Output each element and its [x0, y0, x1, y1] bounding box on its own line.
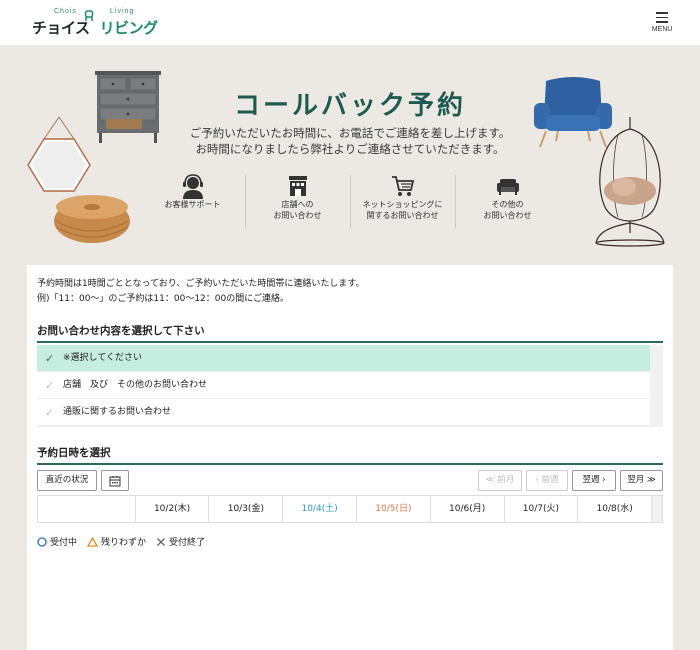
category-other-label-2: お問い合わせ [483, 211, 532, 220]
schedule-section-divider [37, 463, 663, 465]
inquiry-section-title: お問い合わせ内容を選択して下さい [37, 325, 205, 337]
reservation-form: 予約時間は1時間ごととなっており、ご予約いただいた時間帯に連絡いたします。 例)… [27, 265, 673, 650]
category-online-shopping[interactable]: ネットショッピングに 関するお問い合わせ [350, 173, 455, 233]
logo-text: チョイス リビング [32, 17, 158, 38]
next-week-button[interactable]: 翌週 › [572, 470, 616, 491]
rattan-pouf-image [54, 195, 130, 243]
inquiry-option-default[interactable]: ✓ ※選択してください [37, 345, 663, 372]
recent-status-button[interactable]: 直近の状況 [37, 470, 97, 491]
check-icon: ✓ [45, 352, 55, 365]
hamburger-icon [648, 12, 676, 23]
intro-line2: 例)「11：00〜」のご予約は11：00〜12：00の間にご連絡。 [37, 294, 290, 304]
inquiry-option-mail-order[interactable]: ✓ 通販に関するお問い合わせ [37, 399, 663, 426]
calendar-day-3-saturday: 10/4(土) [283, 496, 357, 522]
schedule-section-title: 予約日時を選択 [37, 447, 111, 459]
hero-subtitle-line1: ご予約いただいたお時間に、お電話でご連絡を差し上げます。 [189, 126, 511, 140]
intro-text: 予約時間は1時間ごととなっており、ご予約いただいた時間帯に連絡いたします。 例)… [37, 277, 364, 307]
store-icon [288, 176, 307, 196]
category-online-label-2: 関するお問い合わせ [366, 211, 439, 220]
next-month-button[interactable]: 翌月 ≫ [620, 470, 663, 491]
calendar-day-6: 10/7(火) [505, 496, 579, 522]
inquiry-option-label: 通販に関するお問い合わせ [63, 407, 172, 417]
legend-available-label: 受付中 [50, 538, 78, 548]
inquiry-section-divider [37, 341, 663, 343]
inquiry-option-label: 店舗 及び その他のお問い合わせ [63, 380, 208, 390]
triangle-icon [87, 536, 99, 547]
calendar-day-4-sunday: 10/5(日) [357, 496, 431, 522]
sofa-icon [496, 179, 519, 195]
legend-few-label: 残りわずか [101, 538, 147, 548]
inquiry-option-label: ※選択してください [63, 353, 143, 363]
calendar-day-7: 10/8(水) [578, 496, 653, 522]
category-support[interactable]: お客様サポート [140, 173, 245, 233]
category-store[interactable]: 店舗への お問い合わせ [245, 173, 350, 233]
calendar-toolbar: 直近の状況 ≪ 前月 ‹ 前週 翌週 › 翌月 ≫ [37, 470, 663, 492]
site-header: Chois Living チョイス リビング MENU [0, 0, 700, 45]
page-title: コールバック予約 [233, 91, 466, 121]
inquiry-options-list[interactable]: ✓ ※選択してください ✓ 店舗 及び その他のお問い合わせ ✓ 通販に関するお… [37, 345, 663, 427]
intro-line1: 予約時間は1時間ごととなっており、ご予約いただいた時間帯に連絡いたします。 [37, 279, 365, 289]
shopping-cart-icon [391, 176, 414, 196]
hero-subtitle-line2: お時間になりましたら弊社よりご連絡させていただきます。 [195, 142, 505, 156]
calendar-icon [109, 476, 121, 487]
circle-icon [37, 536, 47, 547]
inquiry-categories: お客様サポート 店舗への お問い合わせ ネットショッピングに 関するお問い合わせ [140, 173, 560, 233]
hero-banner: コールバック予約 ご予約いただいたお時間に、お電話でご連絡を差し上げます。 お時… [0, 45, 700, 265]
category-store-label-1: 店舗への [281, 200, 314, 209]
calendar-day-1: 10/2(木) [136, 496, 210, 522]
legend-closed: 受付終了 [156, 535, 205, 548]
availability-legend: 受付中 残りわずか 受付終了 [37, 535, 205, 548]
calendar-day-2: 10/3(金) [209, 496, 284, 522]
calendar-day-5: 10/6(月) [431, 496, 505, 522]
category-support-label-1: お客様サポート [164, 200, 221, 209]
check-icon: ✓ [45, 406, 55, 419]
logo-small-right: Living [110, 8, 135, 15]
category-other[interactable]: その他の お問い合わせ [455, 173, 560, 233]
site-logo[interactable]: Chois Living チョイス リビング [32, 8, 162, 38]
headset-support-icon [182, 174, 203, 199]
calendar-button[interactable] [101, 470, 129, 491]
calendar-header-row: 10/2(木) 10/3(金) 10/4(土) 10/5(日) 10/6(月) … [37, 495, 663, 523]
options-scrollbar[interactable] [650, 345, 663, 426]
logo-text-right: リビング [99, 19, 159, 37]
legend-closed-label: 受付終了 [169, 538, 206, 548]
logo-text-left: チョイス [32, 19, 90, 37]
calendar-corner-cell [38, 496, 136, 522]
category-online-label-1: ネットショッピングに [362, 200, 443, 209]
prev-month-button[interactable]: ≪ 前月 [478, 470, 522, 491]
prev-week-button[interactable]: ‹ 前週 [526, 470, 568, 491]
category-other-label-1: その他の [491, 200, 524, 209]
legend-few: 残りわずか [87, 535, 146, 548]
legend-available: 受付中 [37, 535, 77, 548]
menu-button[interactable]: MENU [648, 12, 676, 36]
check-icon: ✓ [45, 379, 55, 392]
cross-icon [157, 537, 165, 546]
menu-label: MENU [651, 25, 673, 33]
inquiry-option-store[interactable]: ✓ 店舗 及び その他のお問い合わせ [37, 372, 663, 399]
category-store-label-2: お問い合わせ [273, 211, 322, 220]
calendar-scrollbar[interactable] [652, 496, 663, 522]
logo-small-left: Chois [54, 8, 77, 15]
